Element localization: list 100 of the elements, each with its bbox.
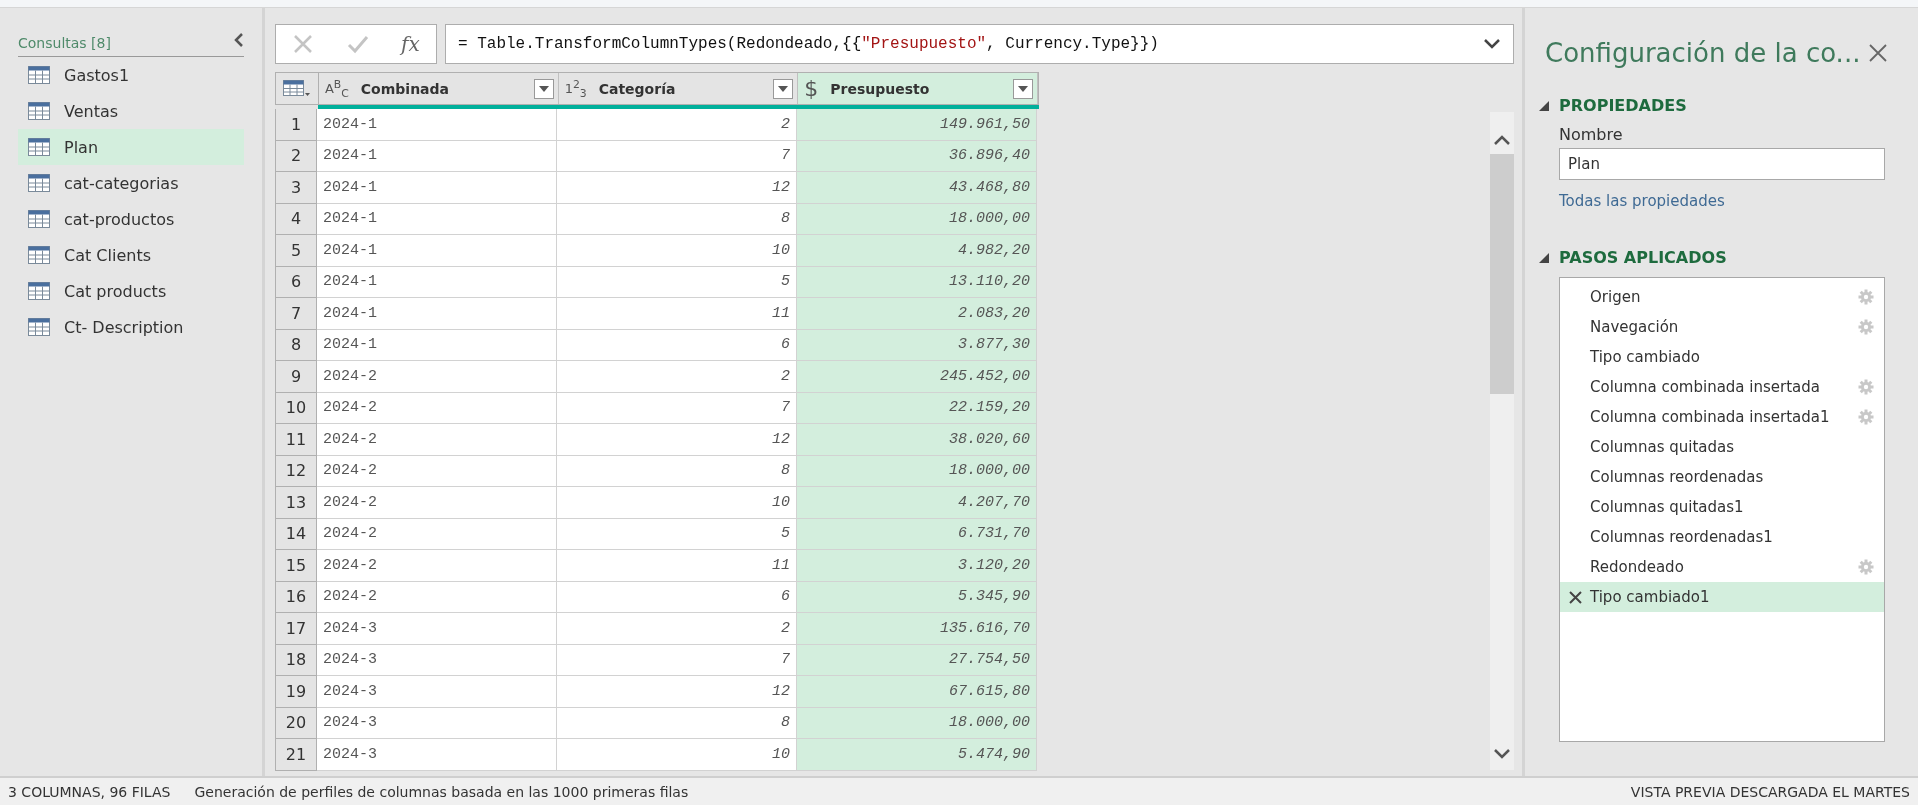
row-number: 1 — [275, 109, 317, 141]
table-cell: 5 — [557, 518, 797, 550]
row-number: 16 — [275, 581, 317, 613]
step-label: Columnas reordenadas — [1590, 468, 1765, 486]
row-number: 3 — [275, 172, 317, 204]
check-icon[interactable] — [346, 33, 369, 55]
step-item[interactable]: Tipo cambiado1 — [1560, 582, 1884, 612]
fx-button[interactable]: fx — [401, 32, 420, 56]
step-item[interactable]: Columnas quitadas1 — [1560, 492, 1884, 522]
row-number: 18 — [275, 644, 317, 676]
table-cell: 2024-1 — [317, 298, 557, 330]
step-item[interactable]: Columna combinada insertada — [1560, 372, 1884, 402]
table-cell: 11 — [557, 298, 797, 330]
all-properties-link[interactable]: Todas las propiedades — [1559, 192, 1725, 210]
table-cell: 8 — [557, 707, 797, 739]
query-item[interactable]: cat-productos — [18, 201, 244, 237]
table-cell: 245.452,00 — [797, 361, 1037, 393]
caret-icon — [538, 85, 549, 92]
close-icon[interactable] — [1868, 43, 1888, 63]
table-cell: 2.083,20 — [797, 298, 1037, 330]
step-item[interactable]: Columna combinada insertada1 — [1560, 402, 1884, 432]
table-cell: 2024-2 — [317, 424, 557, 456]
filter-button[interactable] — [1013, 78, 1033, 99]
step-label: Origen — [1590, 288, 1642, 306]
section-heading: PASOS APLICADOS — [1559, 248, 1727, 267]
table-cell: 13.110,20 — [797, 266, 1037, 298]
query-item[interactable]: Cat products — [18, 273, 244, 309]
caret-icon — [1018, 85, 1028, 92]
row-number: 19 — [275, 676, 317, 708]
scrollbar[interactable] — [1490, 112, 1514, 770]
table-cell: 2024-1 — [317, 203, 557, 235]
table-cell: 2024-3 — [317, 739, 557, 771]
table-cell: 7 — [557, 140, 797, 172]
row-number: 11 — [275, 424, 317, 456]
table-cell: 4.982,20 — [797, 235, 1037, 267]
query-item[interactable]: Gastos1 — [18, 57, 244, 93]
table-cell: 10 — [557, 235, 797, 267]
table-cell: 2024-3 — [317, 707, 557, 739]
table-cell: 2024-2 — [317, 518, 557, 550]
step-item[interactable]: Columnas reordenadas1 — [1560, 522, 1884, 552]
table-cell: 2024-3 — [317, 676, 557, 708]
table-icon — [28, 210, 50, 228]
table-cell: 22.159,20 — [797, 392, 1037, 424]
table-cell: 12 — [557, 172, 797, 204]
step-item[interactable]: Columnas quitadas — [1560, 432, 1884, 462]
step-label: Tipo cambiado — [1590, 348, 1701, 366]
table-cell: 6 — [557, 581, 797, 613]
table-cell: 2 — [557, 361, 797, 393]
table-cell: 2024-2 — [317, 455, 557, 487]
step-label: Columnas reordenadas1 — [1590, 528, 1774, 546]
query-item[interactable]: Ct- Description — [18, 309, 244, 345]
step-item[interactable]: Redondeado — [1560, 552, 1884, 582]
row-number: 20 — [275, 707, 317, 739]
query-item[interactable]: Cat Clients — [18, 237, 244, 273]
table-cell: 2024-1 — [317, 235, 557, 267]
table-cell: 2 — [557, 109, 797, 141]
step-label: Redondeado — [1590, 558, 1685, 576]
status-profiling[interactable]: Generación de perfiles de columnas basada en las 1000 primeras filas — [194, 783, 689, 800]
table-cell: 2024-1 — [317, 140, 557, 172]
scroll-thumb[interactable] — [1490, 154, 1514, 394]
row-number: 14 — [275, 518, 317, 550]
scroll-up-icon[interactable] — [1493, 134, 1511, 146]
field-label: Nombre — [1559, 125, 1624, 144]
table-cell: 10 — [557, 487, 797, 519]
name-field[interactable]: Plan — [1559, 148, 1885, 180]
row-number: 10 — [275, 392, 317, 424]
collapse-triangle-icon[interactable] — [1539, 100, 1549, 111]
filter-button[interactable] — [533, 78, 554, 99]
row-number: 15 — [275, 550, 317, 582]
expand-icon[interactable] — [1483, 38, 1501, 50]
table-cell: 27.754,50 — [797, 644, 1037, 676]
column-header[interactable]: $ Presupuesto — [798, 73, 1038, 104]
column-header[interactable]: A$^{B}$$_{C}$ Combinada — [318, 73, 559, 104]
step-item[interactable]: Tipo cambiado — [1560, 342, 1884, 372]
query-item[interactable]: cat-categorias — [18, 165, 244, 201]
delete-icon[interactable] — [1568, 590, 1582, 604]
table-cell: 18.000,00 — [797, 455, 1037, 487]
step-item[interactable]: Origen — [1560, 282, 1884, 312]
query-item[interactable]: Plan — [18, 129, 244, 165]
query-item[interactable]: Ventas — [18, 93, 244, 129]
type-icon[interactable]: $ — [804, 76, 819, 101]
table-cell: 10 — [557, 739, 797, 771]
filter-button[interactable] — [773, 78, 794, 99]
scroll-down-icon[interactable] — [1493, 748, 1511, 760]
table-cell: 149.961,50 — [797, 109, 1037, 141]
table-cell: 5.345,90 — [797, 581, 1037, 613]
column-header[interactable]: 1$^{2}$$_{3}$ Categoría — [558, 73, 799, 104]
table-icon — [28, 102, 50, 120]
formula-field[interactable]: = Table.TransformColumnTypes(Redondeado,{{"Presupuesto", Currency.Type}}) — [445, 24, 1514, 64]
table-icon — [282, 79, 311, 98]
table-cell: 8 — [557, 455, 797, 487]
step-item[interactable]: Columnas reordenadas — [1560, 462, 1884, 492]
collapse-triangle-icon[interactable] — [1539, 252, 1549, 263]
step-label: Navegación — [1590, 318, 1680, 336]
step-item[interactable]: Navegación — [1560, 312, 1884, 342]
collapse-icon[interactable] — [234, 32, 244, 48]
table-cell: 2024-2 — [317, 392, 557, 424]
table-cell: 6 — [557, 329, 797, 361]
row-number: 12 — [275, 455, 317, 487]
table-cell: 18.000,00 — [797, 203, 1037, 235]
